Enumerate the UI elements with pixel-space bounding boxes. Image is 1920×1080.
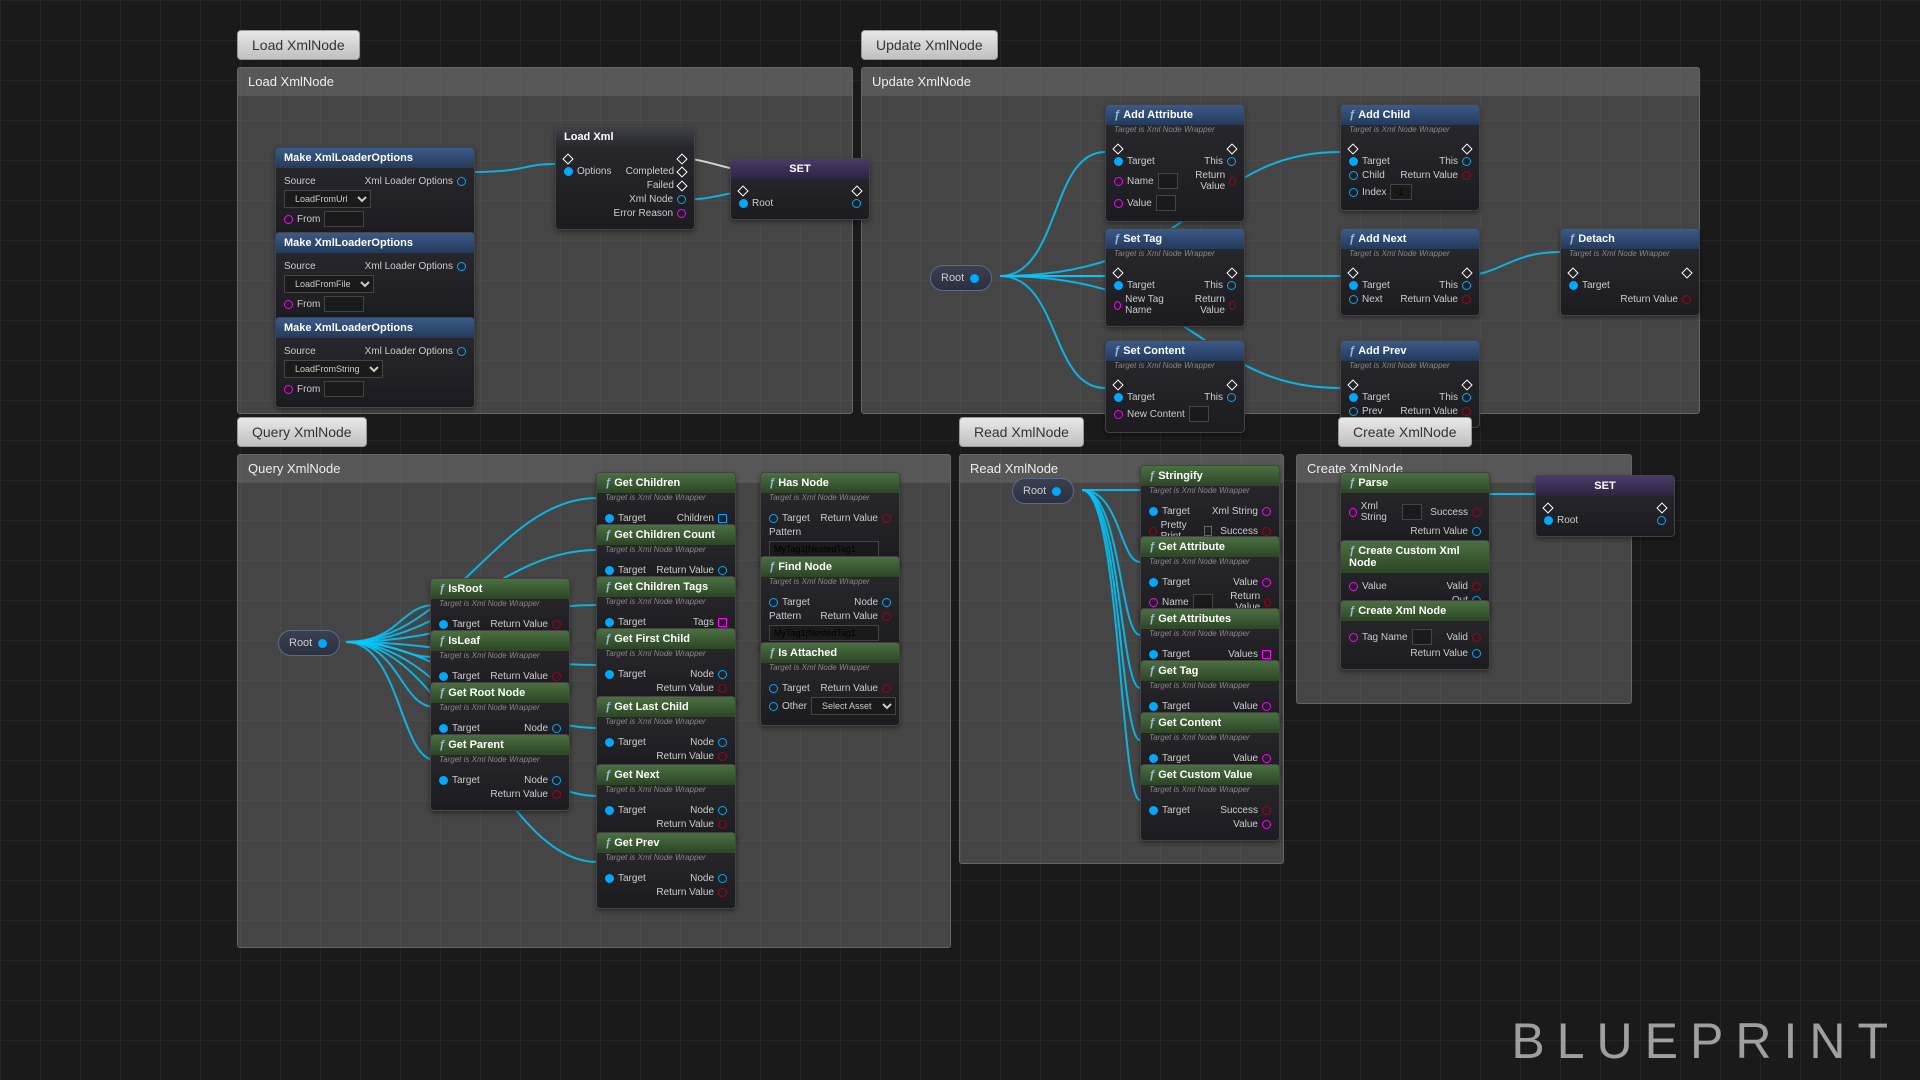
- node-make-options-1[interactable]: Make XmlLoaderOptions Source Xml Loader …: [275, 147, 475, 238]
- node-make-options-3[interactable]: Make XmlLoaderOptions Source Xml Loader …: [275, 317, 475, 408]
- watermark: BLUEPRINT: [1511, 1012, 1900, 1070]
- node-getparent[interactable]: Get ParentTarget is Xml Node Wrapper Tar…: [430, 734, 570, 811]
- node-set-root[interactable]: SET Root: [730, 158, 870, 220]
- node-load-xml[interactable]: Load Xml Options Completed Failed Xml No…: [555, 126, 695, 230]
- tab-create: Create XmlNode: [1338, 417, 1472, 447]
- from-input-1[interactable]: [324, 211, 364, 227]
- node-createxmlnode[interactable]: Create Xml Node Tag NameValid Return Val…: [1340, 600, 1490, 670]
- tab-load: Load XmlNode: [237, 30, 360, 60]
- header-load: Load XmlNode: [238, 68, 852, 96]
- tab-update: Update XmlNode: [861, 30, 998, 60]
- node-getnext[interactable]: Get NextTarget is Xml Node Wrapper Targe…: [596, 764, 736, 841]
- node-title: Make XmlLoaderOptions: [276, 148, 474, 168]
- node-add-attribute[interactable]: Add Attribute Target is Xml Node Wrapper…: [1105, 104, 1245, 222]
- source-select-3[interactable]: LoadFromString: [284, 360, 383, 378]
- tab-read: Read XmlNode: [959, 417, 1084, 447]
- node-getlastchild[interactable]: Get Last ChildTarget is Xml Node Wrapper…: [596, 696, 736, 773]
- node-set-root-create[interactable]: SET Root: [1535, 475, 1675, 537]
- node-isattached[interactable]: Is AttachedTarget is Xml Node Wrapper Ta…: [760, 642, 900, 726]
- root-read[interactable]: Root: [1012, 478, 1074, 504]
- node-parse[interactable]: Parse Xml StringSuccess Return Value: [1340, 472, 1490, 548]
- node-hasnode[interactable]: Has NodeTarget is Xml Node Wrapper Targe…: [760, 472, 900, 568]
- root-update[interactable]: Root: [930, 265, 992, 291]
- node-set-content[interactable]: Set Content Target is Xml Node Wrapper T…: [1105, 340, 1245, 433]
- node-detach[interactable]: Detach Target is Xml Node Wrapper Target…: [1560, 228, 1700, 316]
- node-getprev[interactable]: Get PrevTarget is Xml Node Wrapper Targe…: [596, 832, 736, 909]
- node-add-child[interactable]: Add Child Target is Xml Node Wrapper Tar…: [1340, 104, 1480, 211]
- node-add-next[interactable]: Add Next Target is Xml Node Wrapper Targ…: [1340, 228, 1480, 316]
- node-getfirstchild[interactable]: Get First ChildTarget is Xml Node Wrappe…: [596, 628, 736, 705]
- tab-query: Query XmlNode: [237, 417, 367, 447]
- node-add-prev[interactable]: Add Prev Target is Xml Node Wrapper Targ…: [1340, 340, 1480, 428]
- root-query[interactable]: Root: [278, 630, 340, 656]
- node-findnode[interactable]: Find NodeTarget is Xml Node Wrapper Targ…: [760, 556, 900, 652]
- node-make-options-2[interactable]: Make XmlLoaderOptions Source Xml Loader …: [275, 232, 475, 323]
- node-getcustomvalue[interactable]: Get Custom ValueTarget is Xml Node Wrapp…: [1140, 764, 1280, 841]
- from-input-2[interactable]: [324, 296, 364, 312]
- node-set-tag[interactable]: Set Tag Target is Xml Node Wrapper Targe…: [1105, 228, 1245, 327]
- source-select-2[interactable]: LoadFromFile: [284, 275, 374, 293]
- source-select-1[interactable]: LoadFromUrl: [284, 190, 371, 208]
- from-input-3[interactable]: [324, 381, 364, 397]
